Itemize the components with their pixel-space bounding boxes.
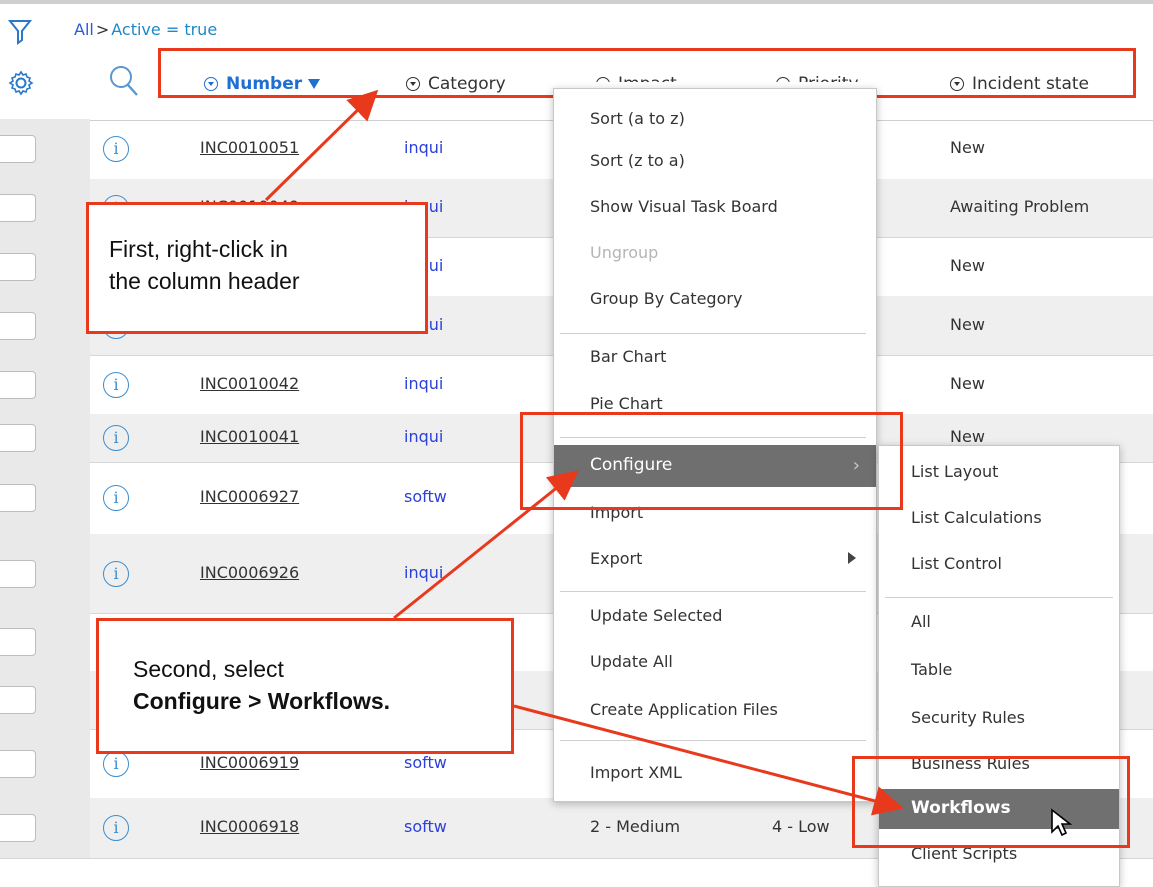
arrow-to-header bbox=[264, 89, 379, 202]
arrow-to-workflows bbox=[513, 704, 904, 816]
arrow-to-configure bbox=[393, 470, 579, 620]
annotation-arrows bbox=[264, 89, 904, 816]
